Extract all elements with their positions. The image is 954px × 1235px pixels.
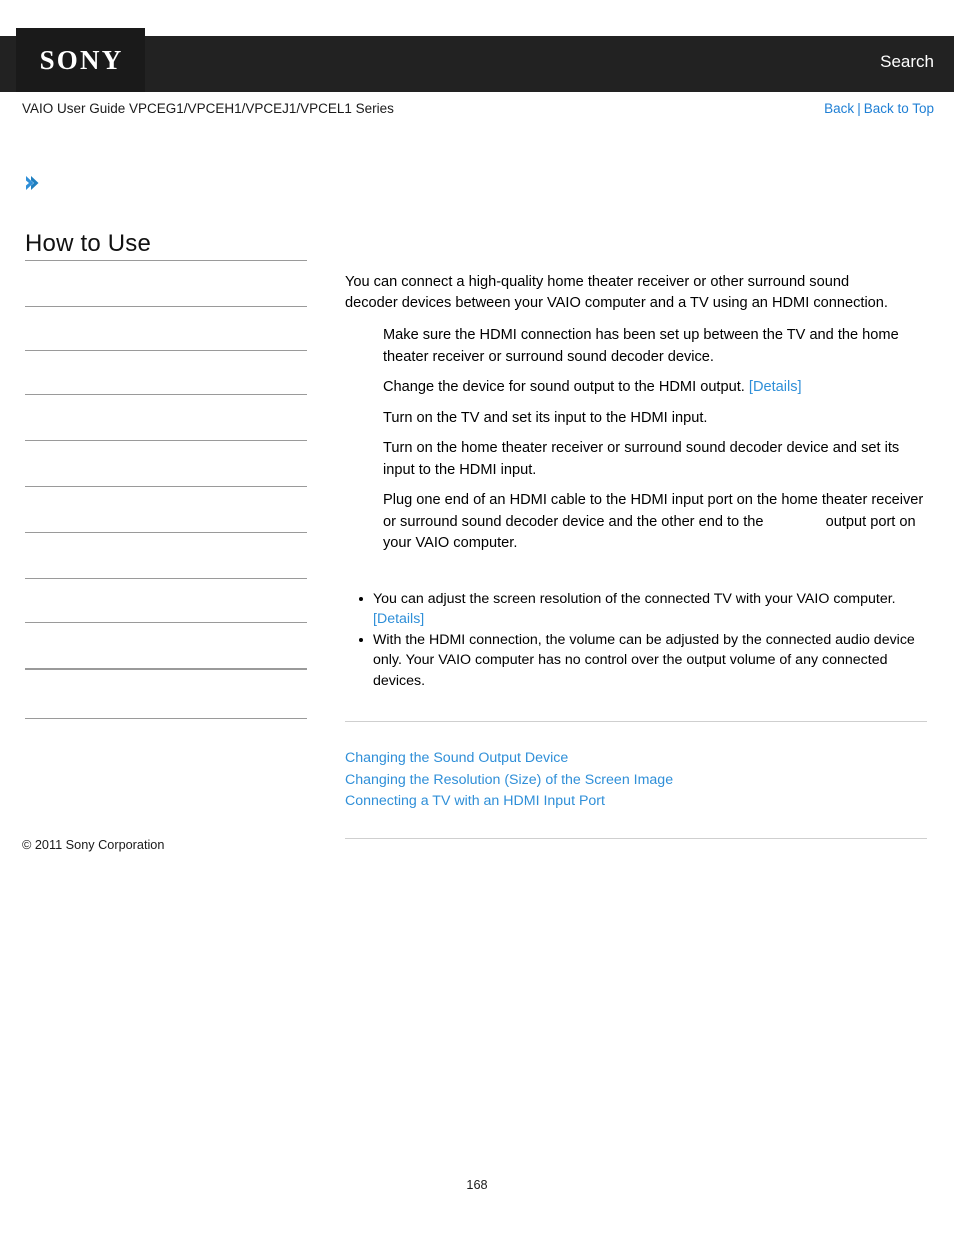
sony-logo-text: SONY: [39, 44, 124, 75]
step-item: Turn on the TV and set its input to the …: [345, 408, 927, 430]
steps-list: Make sure the HDMI connection has been s…: [345, 325, 927, 555]
details-link[interactable]: [Details]: [749, 379, 802, 395]
notes-list: You can adjust the screen resolution of …: [345, 589, 943, 692]
related-topics-list: Changing the Sound Output Device Changin…: [345, 748, 927, 813]
sidebar-divider: [25, 260, 307, 261]
related-link-connecting-tv-hdmi[interactable]: Connecting a TV with an HDMI Input Port: [345, 793, 605, 809]
related-topics-bottom-divider: [345, 837, 927, 839]
search-link[interactable]: Search: [880, 52, 934, 72]
step-text: Change the device for sound output to th…: [383, 379, 749, 395]
sidebar-divider: [25, 718, 307, 719]
related-topic-item: Connecting a TV with an HDMI Input Port: [345, 791, 927, 813]
sidebar-divider-active: [25, 668, 307, 670]
step-text: Make sure the HDMI connection has been s…: [383, 327, 899, 365]
sidebar-divider: [25, 440, 307, 441]
page-number: 168: [466, 1178, 488, 1192]
sidebar-divider: [25, 306, 307, 307]
step-text: Turn on the home theater receiver or sur…: [383, 440, 900, 478]
details-link[interactable]: [Details]: [373, 611, 424, 627]
sidebar-divider: [25, 622, 307, 623]
related-link-sound-output-device[interactable]: Changing the Sound Output Device: [345, 750, 568, 766]
intro-paragraph: You can connect a high-quality home thea…: [345, 274, 888, 311]
related-link-screen-resolution[interactable]: Changing the Resolution (Size) of the Sc…: [345, 772, 673, 788]
step-item: Plug one end of an HDMI cable to the HDM…: [345, 490, 927, 555]
sidebar-divider: [25, 532, 307, 533]
sidebar-divider: [25, 394, 307, 395]
step-item: Turn on the home theater receiver or sur…: [345, 438, 927, 481]
note-text: With the HDMI connection, the volume can…: [373, 631, 915, 689]
related-topics-top-divider: [345, 721, 927, 722]
step-item: Make sure the HDMI connection has been s…: [345, 325, 927, 368]
sidebar-divider: [25, 350, 307, 351]
step-text: Turn on the TV and set its input to the …: [383, 409, 708, 426]
sony-logo[interactable]: SONY: [16, 28, 145, 92]
step-item: Change the device for sound output to th…: [345, 377, 927, 399]
double-chevron-right-icon[interactable]: [24, 174, 42, 192]
note-item: You can adjust the screen resolution of …: [359, 589, 943, 630]
note-item: With the HDMI connection, the volume can…: [359, 630, 943, 692]
back-to-top-link[interactable]: Back to Top: [864, 101, 934, 116]
nav-separator: |: [857, 101, 861, 116]
subheader: VAIO User Guide VPCEG1/VPCEH1/VPCEJ1/VPC…: [0, 101, 954, 123]
sidebar-divider: [25, 486, 307, 487]
sidebar-divider: [25, 578, 307, 579]
guide-title: VAIO User Guide VPCEG1/VPCEH1/VPCEJ1/VPC…: [22, 101, 394, 116]
copyright-text: © 2011 Sony Corporation: [22, 838, 165, 852]
note-text: You can adjust the screen resolution of …: [373, 590, 896, 607]
main-content: You can connect a high-quality home thea…: [345, 272, 927, 839]
back-link[interactable]: Back: [824, 101, 854, 116]
sidebar-title: How to Use: [25, 230, 152, 257]
related-topic-item: Changing the Sound Output Device: [345, 748, 927, 770]
related-topic-item: Changing the Resolution (Size) of the Sc…: [345, 770, 927, 792]
header-nav-links: Back | Back to Top: [824, 101, 934, 116]
